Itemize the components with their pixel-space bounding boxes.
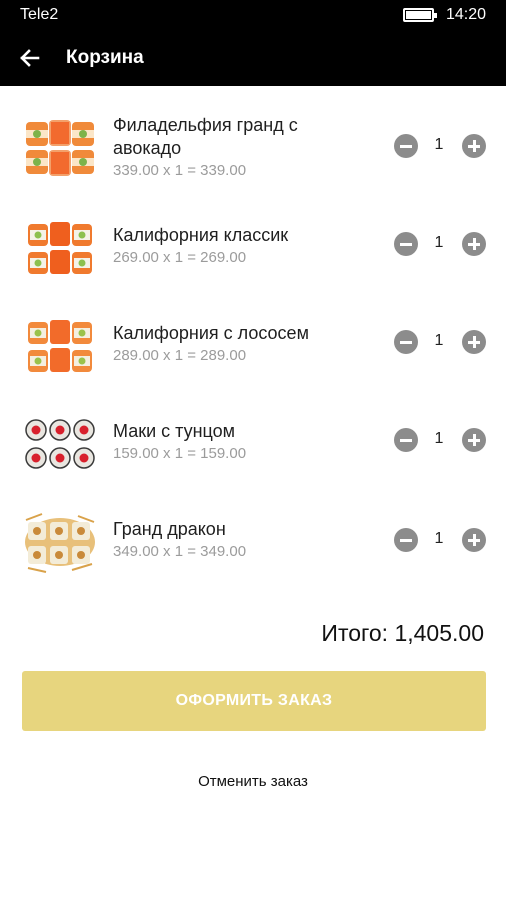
battery-icon: [403, 8, 437, 22]
plus-icon[interactable]: [462, 428, 486, 452]
minus-icon[interactable]: [394, 232, 418, 256]
item-price: 349.00 x 1 = 349.00: [113, 543, 247, 560]
plus-icon[interactable]: [462, 134, 486, 158]
cart-item: Калифорния классик 269.00 x 1 = 269.00 1: [0, 222, 506, 322]
back-button[interactable]: [12, 40, 48, 76]
arrow-left-icon: [20, 49, 40, 67]
minus-icon[interactable]: [394, 428, 418, 452]
california-salmon-roll-image: [28, 320, 92, 372]
item-quantity: 1: [434, 234, 444, 251]
cart-item: Гранд дракон 349.00 x 1 = 349.00 1: [0, 513, 506, 616]
page-title: Корзина: [66, 47, 144, 68]
status-bar: Tele2 14:20: [0, 0, 506, 30]
plus-icon[interactable]: [462, 528, 486, 552]
minus-icon[interactable]: [394, 330, 418, 354]
plus-icon[interactable]: [462, 330, 486, 354]
minus-icon[interactable]: [394, 134, 418, 158]
cart-item: Филадельфия гранд с авокадо 339.00 x 1 =…: [0, 114, 506, 212]
tuna-maki-image: [25, 419, 95, 469]
philadelphia-roll-image: [26, 120, 94, 176]
item-name: Филадельфия гранд с авокадо: [113, 115, 298, 158]
item-price: 339.00 x 1 = 339.00: [113, 162, 247, 179]
carrier-name: Tele2: [20, 6, 59, 23]
cart-item: Маки с тунцом 159.00 x 1 = 159.00 1: [0, 419, 506, 518]
item-quantity: 1: [434, 332, 444, 349]
item-name: Калифорния классик: [113, 225, 289, 245]
item-name: Гранд дракон: [113, 519, 226, 539]
order-total: Итого: 1,405.00: [321, 620, 484, 646]
item-quantity: 1: [434, 430, 444, 447]
item-price: 269.00 x 1 = 269.00: [113, 249, 247, 266]
item-price: 159.00 x 1 = 159.00: [113, 445, 247, 462]
grand-dragon-roll-image: [25, 513, 95, 573]
cart-item: Калифорния с лососем 289.00 x 1 = 289.00…: [0, 320, 506, 420]
item-price: 289.00 x 1 = 289.00: [113, 347, 247, 364]
item-name: Калифорния с лососем: [113, 323, 309, 343]
item-quantity: 1: [434, 530, 444, 547]
app-bar: Корзина: [0, 30, 506, 86]
place-order-button[interactable]: ОФОРМИТЬ ЗАКАЗ: [22, 671, 486, 731]
item-name: Маки с тунцом: [113, 421, 236, 441]
cancel-order-link[interactable]: Отменить заказ: [0, 773, 506, 790]
plus-icon[interactable]: [462, 232, 486, 256]
status-time: 14:20: [446, 6, 487, 23]
item-quantity: 1: [434, 136, 444, 153]
california-classic-roll-image: [28, 222, 92, 274]
minus-icon[interactable]: [394, 528, 418, 552]
